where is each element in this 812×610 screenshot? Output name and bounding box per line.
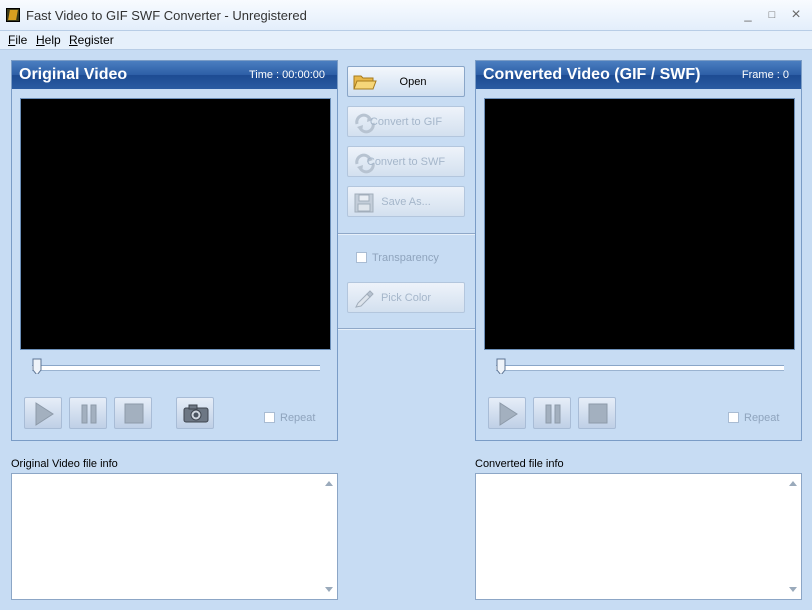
converted-seek-thumb[interactable] (496, 358, 506, 374)
convert-to-gif-label: Convert to GIF (369, 116, 443, 128)
original-info-label: Original Video file info (11, 458, 118, 470)
minimize-button[interactable]: _ (738, 6, 758, 24)
converted-stop-button[interactable] (578, 397, 616, 429)
original-seek-thumb[interactable] (32, 358, 42, 374)
open-label: Open (399, 76, 427, 88)
convert-to-swf-label: Convert to SWF (366, 156, 446, 168)
convert-to-gif-button[interactable]: Convert to GIF (347, 106, 465, 137)
menu-help[interactable]: Help (36, 33, 61, 47)
original-panel-title: Original Video (19, 66, 128, 83)
scroll-up-icon[interactable] (325, 481, 333, 486)
converted-info-textarea[interactable] (475, 473, 802, 600)
close-button[interactable]: × (786, 6, 806, 24)
stop-icon (588, 403, 608, 424)
divider (338, 328, 475, 330)
converted-repeat-checkbox[interactable] (728, 412, 739, 423)
scroll-down-icon[interactable] (789, 587, 797, 592)
convert-to-swf-button[interactable]: Convert to SWF (347, 146, 465, 177)
original-stop-button[interactable] (114, 397, 152, 429)
transparency-label: Transparency (372, 252, 439, 264)
pick-color-label: Pick Color (380, 292, 432, 304)
converted-panel-header: Converted Video (GIF / SWF) Frame : 0 (476, 61, 801, 89)
converted-pause-button[interactable] (533, 397, 571, 429)
converted-play-button[interactable] (488, 397, 526, 429)
converted-info-label: Converted file info (475, 458, 564, 470)
scroll-down-icon[interactable] (325, 587, 333, 592)
play-icon (35, 402, 54, 426)
pause-icon (545, 404, 561, 424)
converted-seek-track[interactable] (496, 365, 784, 370)
original-repeat-checkbox[interactable] (264, 412, 275, 423)
snapshot-button[interactable] (176, 397, 214, 429)
save-as-button[interactable]: Save As... (347, 186, 465, 217)
original-repeat-label: Repeat (280, 412, 316, 424)
converted-repeat-label: Repeat (744, 412, 780, 424)
original-panel-header: Original Video Time : 00:00:00 (12, 61, 337, 89)
original-info-textarea[interactable] (11, 473, 338, 600)
scroll-up-icon[interactable] (789, 481, 797, 486)
menu-register[interactable]: Register (69, 33, 114, 47)
menu-bar: File Help Register (0, 31, 812, 50)
camera-icon (183, 404, 209, 423)
converted-video-screen (484, 98, 795, 350)
converted-video-panel: Converted Video (GIF / SWF) Frame : 0 Re… (475, 60, 802, 441)
original-video-screen (20, 98, 331, 350)
pause-icon (81, 404, 97, 424)
window-title: Fast Video to GIF SWF Converter - Unregi… (26, 8, 307, 23)
converted-frame-readout: Frame : 0 (741, 69, 789, 81)
original-pause-button[interactable] (69, 397, 107, 429)
open-button[interactable]: Open (347, 66, 465, 97)
divider (338, 233, 475, 235)
app-icon (6, 8, 20, 22)
converted-panel-title: Converted Video (GIF / SWF) (483, 66, 701, 83)
pick-color-button[interactable]: Pick Color (347, 282, 465, 313)
stop-icon (124, 403, 144, 424)
converted-info-scrollbar[interactable] (785, 474, 801, 599)
original-seek-track[interactable] (32, 365, 320, 370)
original-time-readout: Time : 00:00:00 (248, 69, 325, 81)
save-as-label: Save As... (381, 196, 431, 208)
original-play-button[interactable] (24, 397, 62, 429)
original-info-scrollbar[interactable] (321, 474, 337, 599)
transparency-checkbox[interactable] (356, 252, 367, 263)
original-video-panel: Original Video Time : 00:00:00 Repeat (11, 60, 338, 441)
maximize-button[interactable]: □ (762, 6, 782, 24)
play-icon (499, 402, 518, 426)
title-bar: Fast Video to GIF SWF Converter - Unregi… (0, 0, 812, 31)
menu-file[interactable]: File (8, 33, 27, 47)
